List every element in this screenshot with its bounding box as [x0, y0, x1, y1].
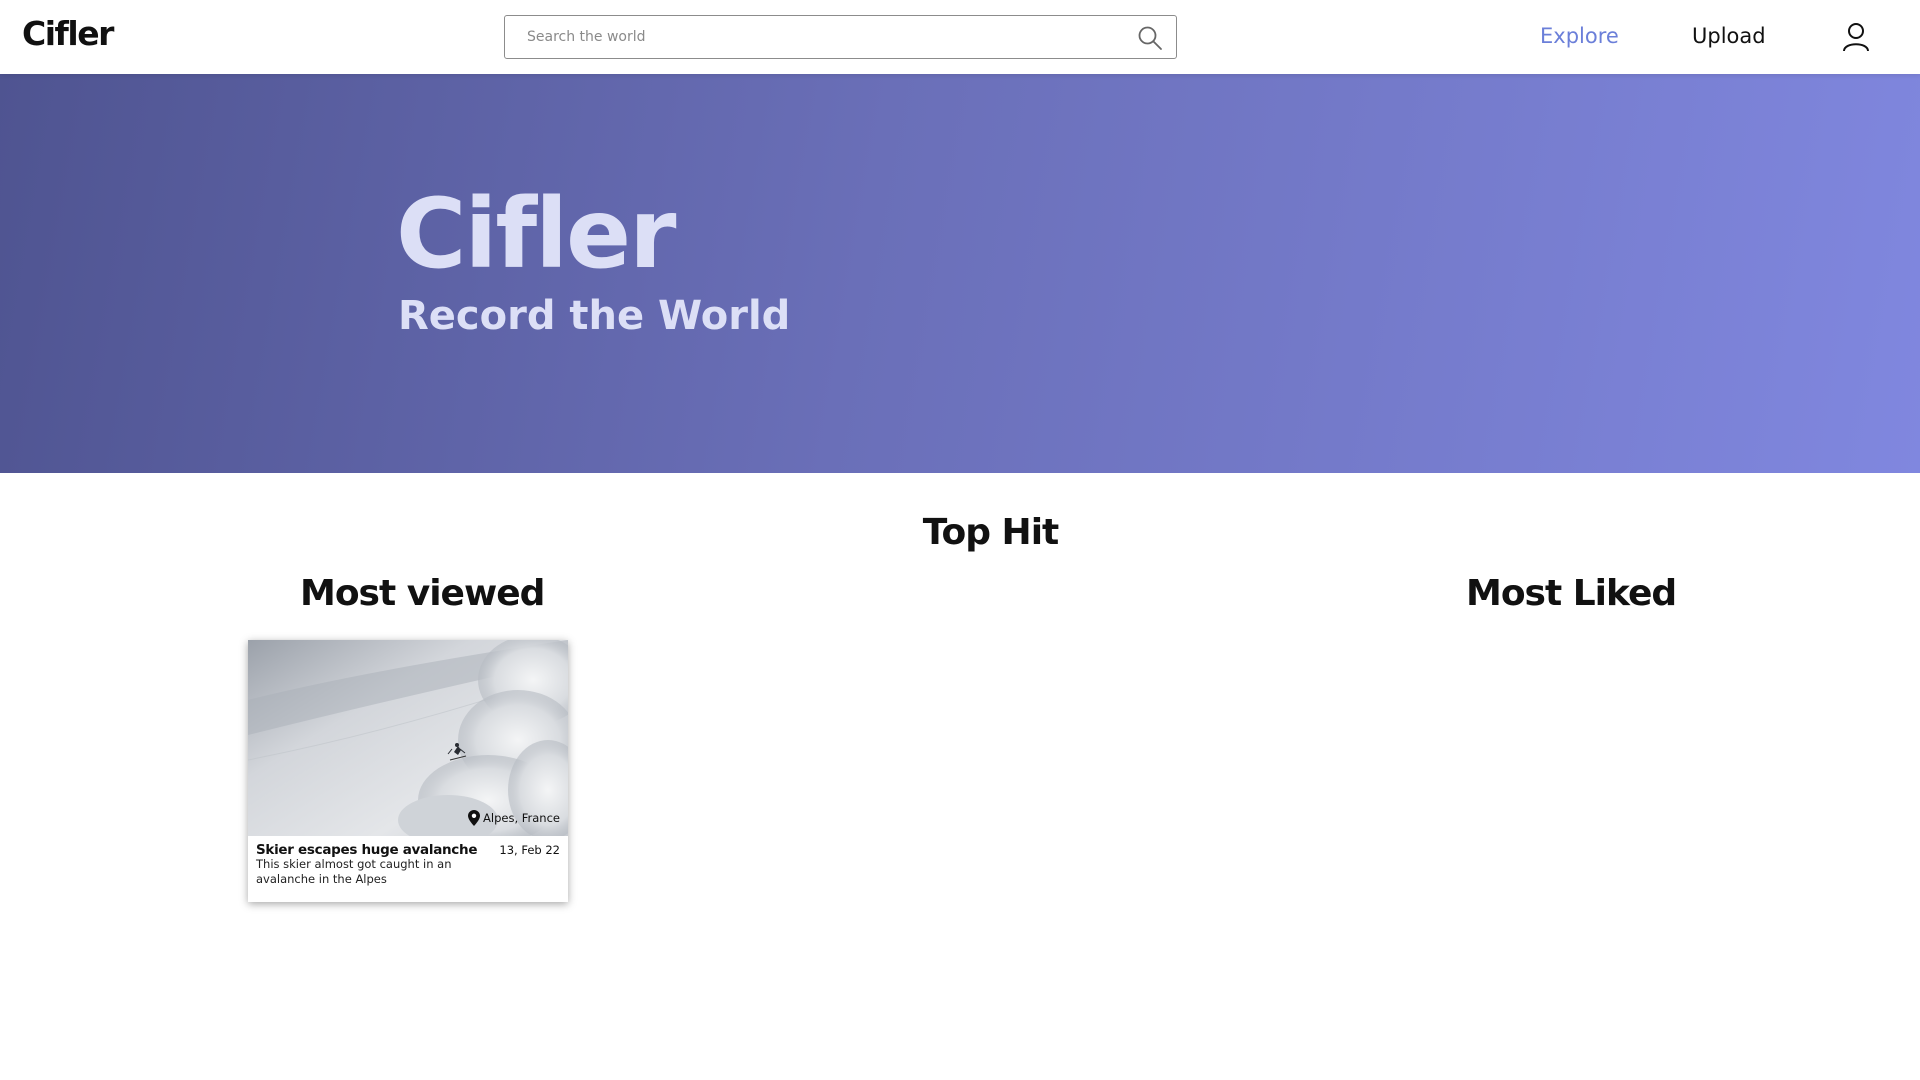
top-hit-heading: Top Hit [922, 512, 1060, 553]
hero-subtitle: Record the World [398, 293, 791, 339]
card-thumbnail[interactable] [248, 640, 568, 836]
card-title[interactable]: Skier escapes huge avalanche [256, 842, 477, 858]
avalanche-thumbnail-image [248, 640, 568, 836]
hero-title: Cifler [396, 178, 676, 290]
most-viewed-heading: Most viewed [300, 573, 545, 614]
nav-upload-link[interactable]: Upload [1692, 24, 1766, 48]
card-description: This skier almost got caught in an avala… [256, 857, 452, 886]
nav-explore-link[interactable]: Explore [1540, 24, 1619, 48]
video-card[interactable]: Alpes, France Skier escapes huge avalanc… [248, 640, 568, 902]
hero-banner: Cifler Record the World [0, 74, 1920, 473]
card-location: Alpes, France [468, 810, 560, 826]
search-icon[interactable] [1137, 25, 1163, 51]
logo[interactable]: Cifler [22, 14, 114, 53]
top-navigation-bar: Cifler Explore Upload [0, 0, 1920, 74]
card-date: 13, Feb 22 [499, 843, 560, 857]
user-icon[interactable] [1842, 22, 1870, 52]
search-box[interactable] [504, 15, 1177, 59]
card-location-label: Alpes, France [483, 811, 560, 825]
most-liked-heading: Most Liked [1466, 573, 1677, 614]
search-input[interactable] [527, 16, 1107, 58]
location-pin-icon [468, 810, 481, 826]
